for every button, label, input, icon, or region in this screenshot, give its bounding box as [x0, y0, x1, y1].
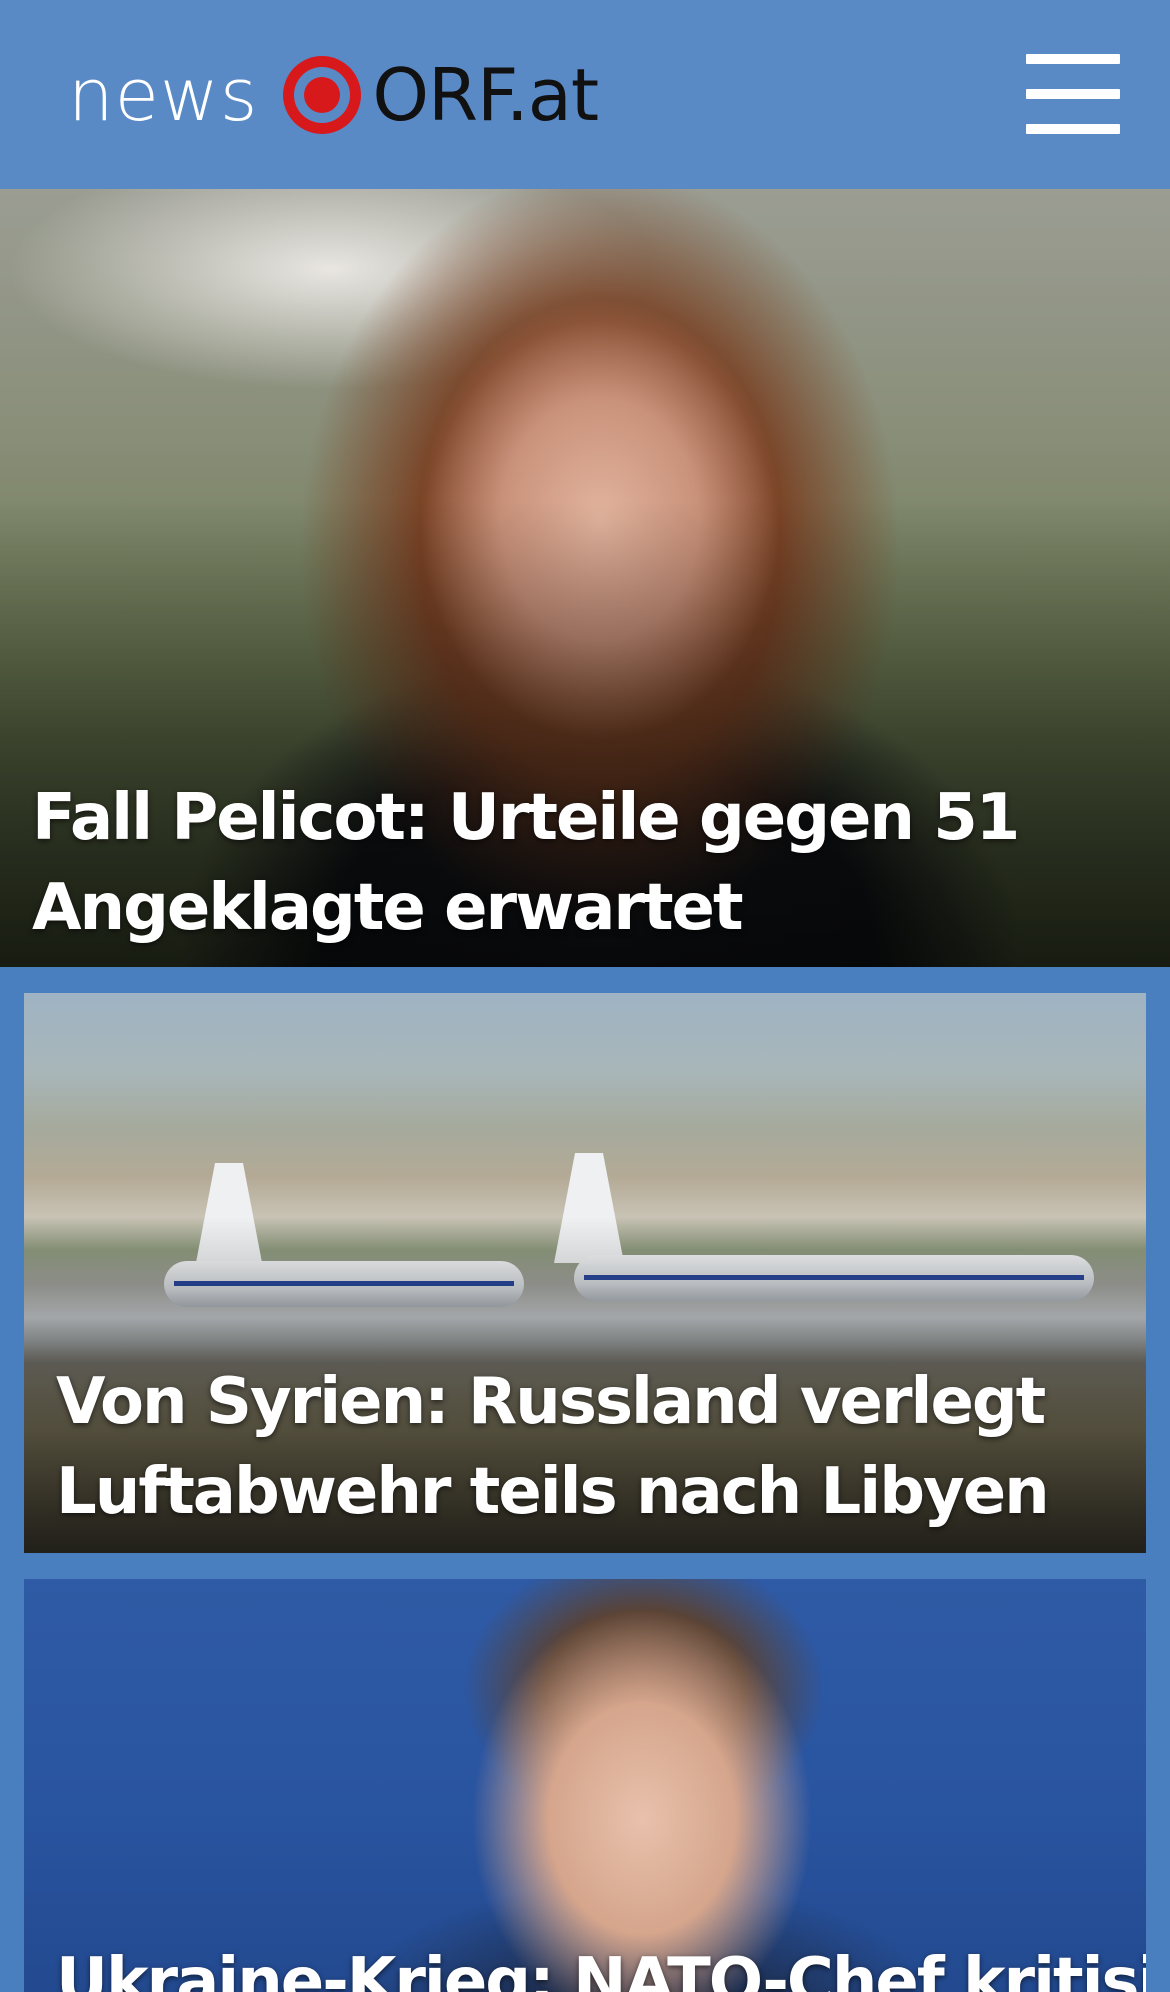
- news-orf-logo[interactable]: news ORF.at: [68, 50, 599, 140]
- logo-orf-text: ORF.at: [372, 53, 599, 137]
- orf-eye-logo-icon: [283, 56, 362, 134]
- app-header: news ORF.at: [0, 0, 1170, 189]
- headline-line-2: Luftabwehr teils nach Libyen: [56, 1455, 1050, 1529]
- hamburger-menu-icon[interactable]: [1024, 52, 1124, 136]
- headline-line-2: Angeklagte erwartet: [32, 871, 744, 945]
- menu-bar-bottom: [1026, 124, 1120, 134]
- story-card-syria-russia[interactable]: Von Syrien: Russland verlegt Luftabwehr …: [24, 993, 1146, 1553]
- menu-bar-top: [1026, 54, 1120, 64]
- headline-line-1: Ukraine-Krieg: NATO-Chef kritisiert: [56, 1945, 1146, 1992]
- story-headline[interactable]: Ukraine-Krieg: NATO-Chef kritisiert: [56, 1937, 1146, 1992]
- headline-line-1: Von Syrien: Russland verlegt: [56, 1365, 1046, 1439]
- story-image-man-portrait: [24, 1579, 1146, 1992]
- story-card-pelicot[interactable]: Fall Pelicot: Urteile gegen 51 Angeklagt…: [0, 189, 1170, 967]
- story-headline[interactable]: Fall Pelicot: Urteile gegen 51 Angeklagt…: [32, 773, 1132, 953]
- logo-news-text: news: [68, 53, 259, 137]
- headline-line-1: Fall Pelicot: Urteile gegen 51: [32, 781, 1020, 855]
- story-card-ukraine-nato[interactable]: Ukraine-Krieg: NATO-Chef kritisiert: [24, 1579, 1146, 1992]
- story-headline[interactable]: Von Syrien: Russland verlegt Luftabwehr …: [56, 1357, 1136, 1537]
- menu-bar-middle: [1026, 89, 1120, 99]
